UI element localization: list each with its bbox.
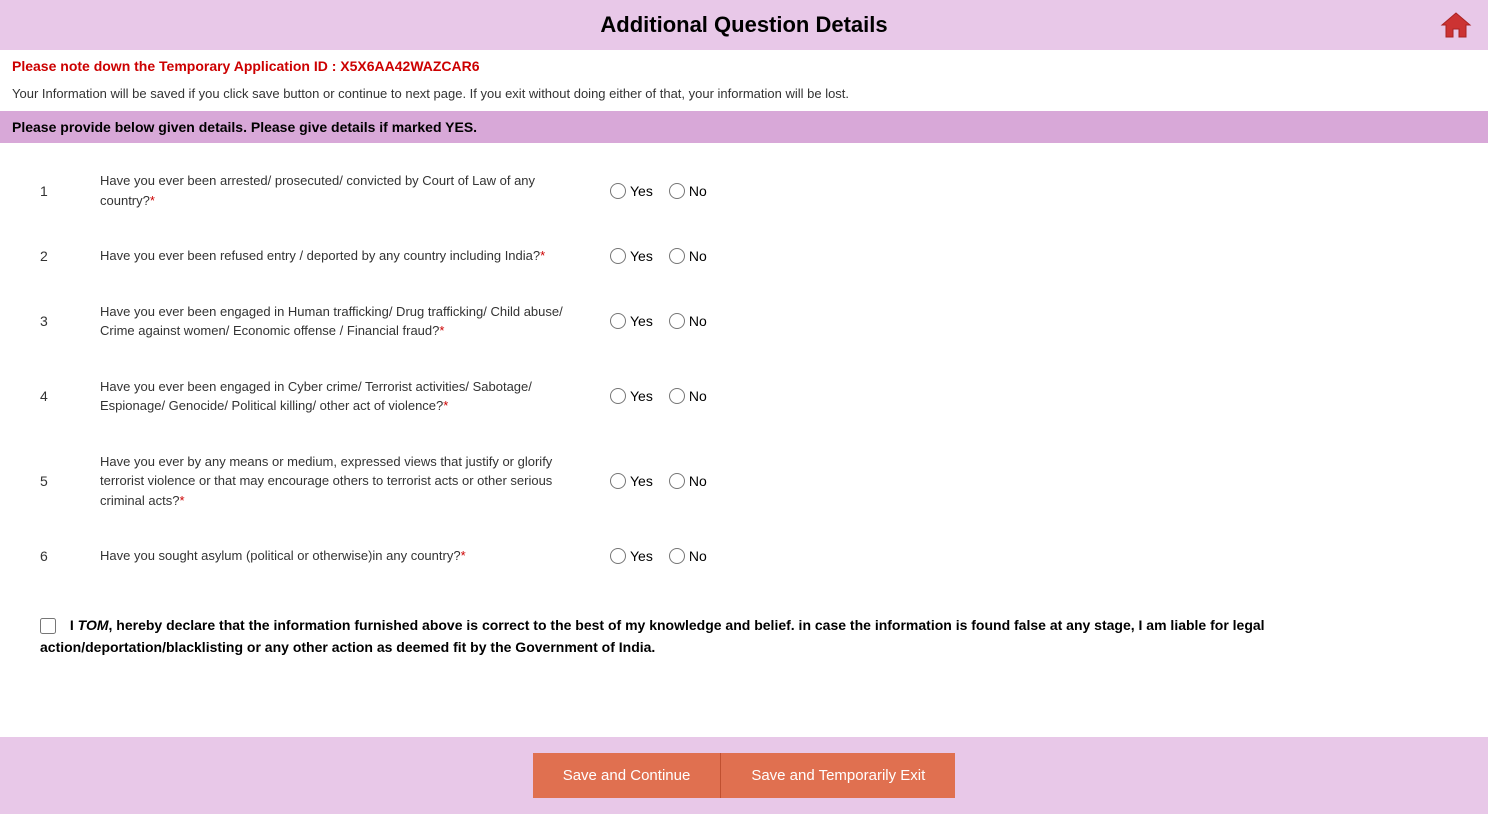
radio-no-3[interactable]: [669, 313, 685, 329]
required-marker-3: *: [439, 323, 444, 338]
radio-no-2[interactable]: [669, 248, 685, 264]
question-row: 2 Have you ever been refused entry / dep…: [40, 228, 1448, 284]
info-text: Your Information will be saved if you cl…: [0, 82, 1488, 111]
radio-yes-2[interactable]: [610, 248, 626, 264]
radio-no-4-label[interactable]: No: [669, 388, 707, 404]
app-id-bar: Please note down the Temporary Applicati…: [0, 50, 1488, 82]
required-marker-1: *: [150, 193, 155, 208]
radio-yes-6-label[interactable]: Yes: [610, 548, 653, 564]
radio-no-6-label[interactable]: No: [669, 548, 707, 564]
footer: Save and Continue Save and Temporarily E…: [0, 737, 1488, 814]
radio-no-5[interactable]: [669, 473, 685, 489]
radio-yes-5-text: Yes: [630, 473, 653, 489]
question-number-3: 3: [40, 313, 100, 329]
radio-no-4-text: No: [689, 388, 707, 404]
save-exit-button[interactable]: Save and Temporarily Exit: [721, 753, 955, 798]
question-number-1: 1: [40, 183, 100, 199]
radio-group-1: Yes No: [610, 183, 750, 199]
question-row: 6 Have you sought asylum (political or o…: [40, 528, 1448, 584]
required-marker-6: *: [461, 548, 466, 563]
required-marker-5: *: [179, 493, 184, 508]
question-number-2: 2: [40, 248, 100, 264]
radio-yes-6[interactable]: [610, 548, 626, 564]
radio-no-5-text: No: [689, 473, 707, 489]
question-text-5: Have you ever by any means or medium, ex…: [100, 452, 580, 511]
save-continue-button[interactable]: Save and Continue: [533, 753, 722, 798]
radio-yes-4-text: Yes: [630, 388, 653, 404]
app-id-label: Please note down the Temporary Applicati…: [12, 58, 336, 74]
radio-yes-5[interactable]: [610, 473, 626, 489]
question-number-5: 5: [40, 473, 100, 489]
required-marker-4: *: [443, 398, 448, 413]
radio-yes-4-label[interactable]: Yes: [610, 388, 653, 404]
required-marker-2: *: [540, 248, 545, 263]
declaration-checkbox[interactable]: [40, 618, 56, 634]
radio-group-4: Yes No: [610, 388, 750, 404]
radio-no-3-text: No: [689, 313, 707, 329]
question-text-4: Have you ever been engaged in Cyber crim…: [100, 377, 580, 416]
radio-yes-1-label[interactable]: Yes: [610, 183, 653, 199]
radio-no-1-text: No: [689, 183, 707, 199]
page-header: Additional Question Details: [0, 0, 1488, 50]
radio-no-3-label[interactable]: No: [669, 313, 707, 329]
radio-group-5: Yes No: [610, 473, 750, 489]
radio-no-2-text: No: [689, 248, 707, 264]
question-text-3: Have you ever been engaged in Human traf…: [100, 302, 580, 341]
home-icon[interactable]: [1440, 9, 1472, 41]
radio-yes-1[interactable]: [610, 183, 626, 199]
radio-yes-1-text: Yes: [630, 183, 653, 199]
declaration-name: TOM: [78, 617, 109, 633]
question-row: 5 Have you ever by any means or medium, …: [40, 434, 1448, 529]
radio-yes-2-text: Yes: [630, 248, 653, 264]
radio-group-2: Yes No: [610, 248, 750, 264]
app-id-value: X5X6AA42WAZCAR6: [340, 58, 479, 74]
radio-no-6-text: No: [689, 548, 707, 564]
declaration-text-after: , hereby declare that the information fu…: [40, 617, 1265, 655]
radio-yes-3[interactable]: [610, 313, 626, 329]
question-number-4: 4: [40, 388, 100, 404]
declaration-text: I TOM, hereby declare that the informati…: [40, 614, 1448, 659]
page-title: Additional Question Details: [0, 12, 1488, 38]
radio-group-6: Yes No: [610, 548, 750, 564]
radio-yes-3-text: Yes: [630, 313, 653, 329]
section-header: Please provide below given details. Plea…: [0, 111, 1488, 143]
question-text-1: Have you ever been arrested/ prosecuted/…: [100, 171, 580, 210]
radio-no-6[interactable]: [669, 548, 685, 564]
radio-group-3: Yes No: [610, 313, 750, 329]
declaration-section: I TOM, hereby declare that the informati…: [0, 594, 1488, 689]
radio-no-5-label[interactable]: No: [669, 473, 707, 489]
radio-yes-4[interactable]: [610, 388, 626, 404]
question-row: 4 Have you ever been engaged in Cyber cr…: [40, 359, 1448, 434]
declaration-text-before: I: [70, 617, 78, 633]
radio-no-2-label[interactable]: No: [669, 248, 707, 264]
radio-no-4[interactable]: [669, 388, 685, 404]
question-text-6: Have you sought asylum (political or oth…: [100, 546, 580, 566]
question-row: 1 Have you ever been arrested/ prosecute…: [40, 153, 1448, 228]
radio-no-1[interactable]: [669, 183, 685, 199]
question-text-2: Have you ever been refused entry / depor…: [100, 246, 580, 266]
questions-container: 1 Have you ever been arrested/ prosecute…: [0, 143, 1488, 594]
radio-no-1-label[interactable]: No: [669, 183, 707, 199]
radio-yes-2-label[interactable]: Yes: [610, 248, 653, 264]
radio-yes-5-label[interactable]: Yes: [610, 473, 653, 489]
radio-yes-3-label[interactable]: Yes: [610, 313, 653, 329]
question-number-6: 6: [40, 548, 100, 564]
question-row: 3 Have you ever been engaged in Human tr…: [40, 284, 1448, 359]
radio-yes-6-text: Yes: [630, 548, 653, 564]
